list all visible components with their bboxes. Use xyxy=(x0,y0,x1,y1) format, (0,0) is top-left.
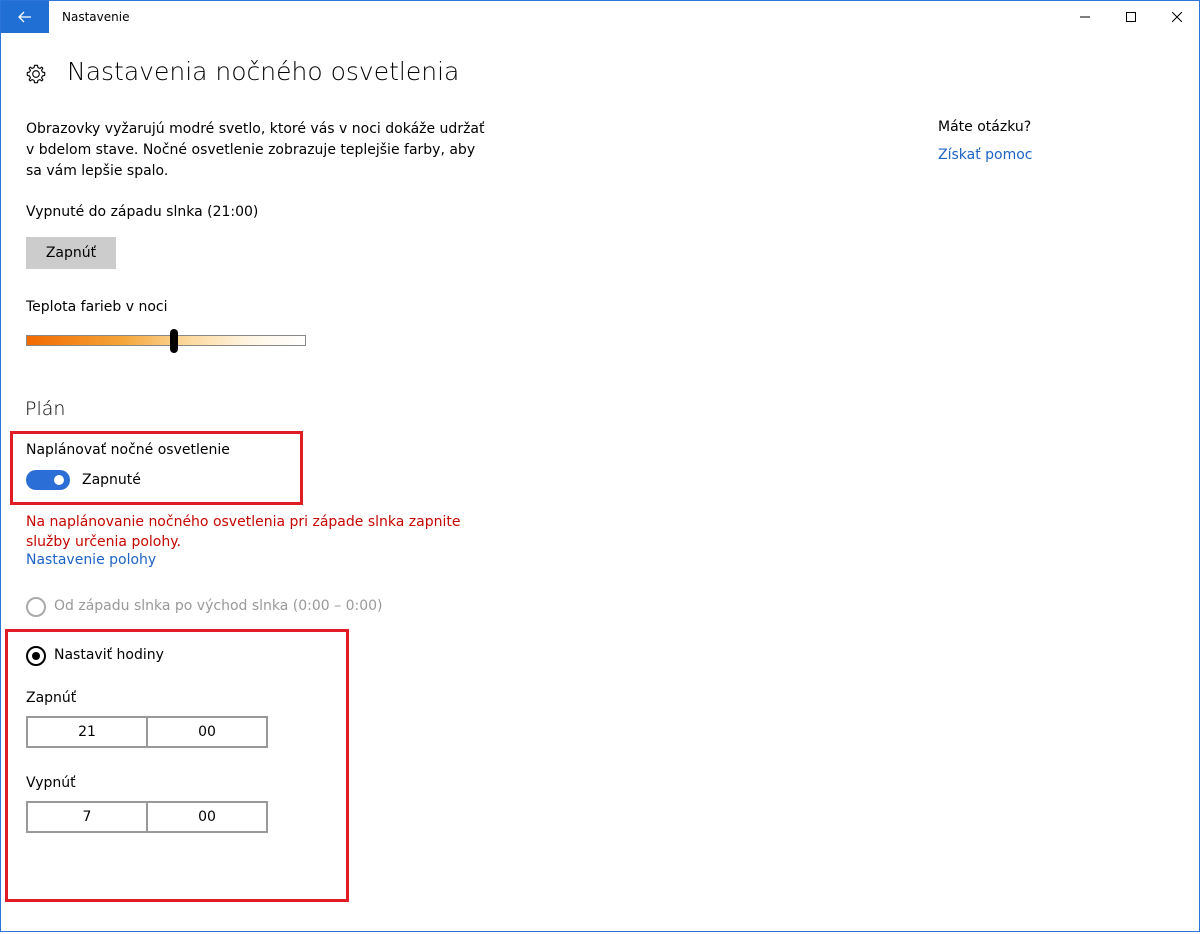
title-bar: Nastavenie xyxy=(1,1,1199,33)
turn-on-button[interactable]: Zapnúť xyxy=(26,237,116,269)
sunset-option-label: Od západu slnka po východ slnka (0:00 – … xyxy=(54,598,383,614)
off-time-picker[interactable]: 7 00 xyxy=(26,801,268,833)
location-warning: Na naplánovanie nočného osvetlenia pri z… xyxy=(26,514,461,550)
maximize-button[interactable] xyxy=(1108,1,1154,33)
sunset-radio[interactable] xyxy=(26,597,46,617)
schedule-toggle[interactable] xyxy=(26,470,70,490)
radio-selected-dot xyxy=(32,652,40,660)
location-settings-link[interactable]: Nastavenie polohy xyxy=(26,552,156,568)
gear-icon xyxy=(26,64,46,84)
page-title: Nastavenia nočného osvetlenia xyxy=(67,57,460,86)
off-time-label: Vypnúť xyxy=(26,775,76,791)
off-minute-field[interactable]: 00 xyxy=(146,803,266,831)
on-time-label: Zapnúť xyxy=(26,690,77,706)
schedule-label: Naplánovať nočné osvetlenie xyxy=(26,442,230,458)
on-time-picker[interactable]: 21 00 xyxy=(26,716,268,748)
close-button[interactable] xyxy=(1154,1,1200,33)
toggle-state-label: Zapnuté xyxy=(82,472,141,488)
description-text: Obrazovky vyžarujú modré svetlo, ktoré v… xyxy=(26,121,485,179)
set-hours-radio[interactable] xyxy=(26,646,46,666)
help-question: Máte otázku? xyxy=(938,119,1032,135)
window-title: Nastavenie xyxy=(62,10,130,24)
status-text: Vypnuté do západu slnka (21:00) xyxy=(26,204,259,220)
plan-heading: Plán xyxy=(25,398,66,420)
get-help-link[interactable]: Získať pomoc xyxy=(938,147,1033,163)
toggle-knob xyxy=(54,475,64,485)
color-temperature-label: Teplota farieb v noci xyxy=(26,299,168,315)
maximize-icon xyxy=(1126,12,1136,22)
off-hour-field[interactable]: 7 xyxy=(28,803,146,831)
close-icon xyxy=(1172,12,1182,22)
slider-thumb[interactable] xyxy=(170,329,179,353)
on-hour-field[interactable]: 21 xyxy=(28,718,146,746)
arrow-left-icon xyxy=(18,11,31,23)
settings-window: Nastavenie Nastavenia nočného osvetlenia… xyxy=(0,0,1200,932)
color-temperature-slider[interactable] xyxy=(26,335,306,346)
minimize-button[interactable] xyxy=(1062,1,1108,33)
set-hours-option-label: Nastaviť hodiny xyxy=(54,647,164,663)
back-button[interactable] xyxy=(1,1,49,33)
on-minute-field[interactable]: 00 xyxy=(146,718,266,746)
minimize-icon xyxy=(1080,16,1090,18)
highlight-box-hours xyxy=(5,629,349,902)
